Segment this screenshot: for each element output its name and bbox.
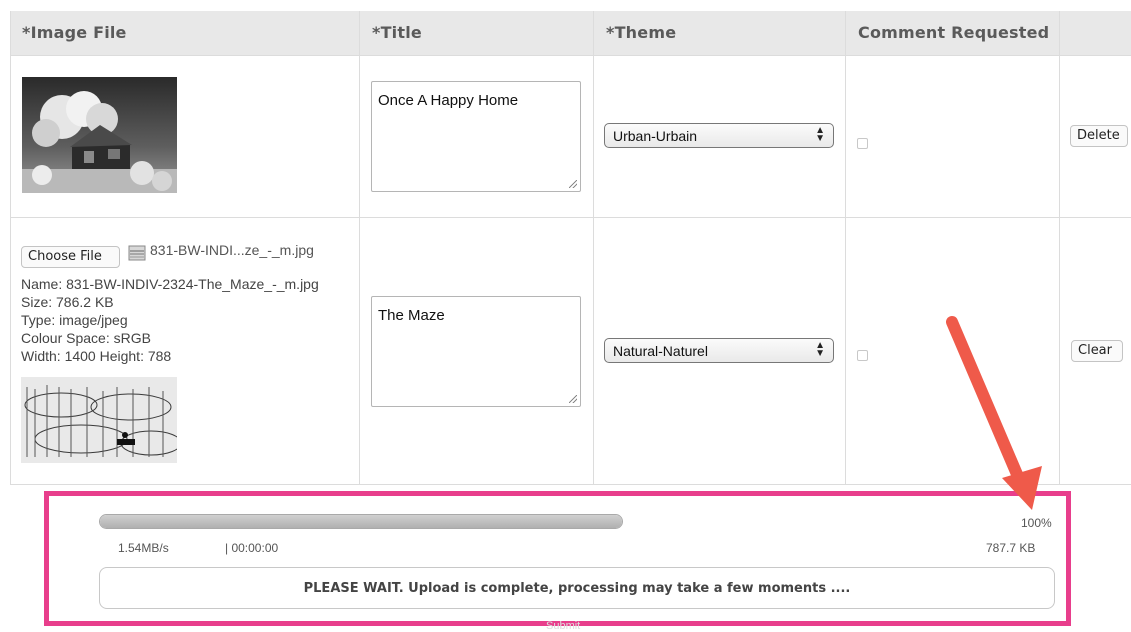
grid-line [845, 11, 846, 485]
upload-speed: 1.54MB/s [118, 541, 169, 555]
annotation-arrow [946, 316, 1042, 510]
grid-line [593, 11, 594, 485]
uploaded-size: 787.7 KB [986, 541, 1036, 555]
processing-message-text: PLEASE WAIT. Upload is complete, process… [303, 580, 851, 596]
elapsed-time: | 00:00:00 [225, 541, 279, 555]
title-input-value: The Maze [378, 307, 445, 324]
thumbnail-house [22, 77, 177, 193]
upload-progress-fill [100, 515, 622, 528]
header-theme: *Theme [606, 23, 677, 42]
header-title: *Title [372, 23, 422, 42]
faint-submit-label: Submit [546, 620, 581, 632]
grid-line [10, 11, 11, 485]
chosen-filename: 831-BW-INDI...ze_-_m.jpg [150, 242, 314, 258]
image-file-icon [128, 245, 146, 266]
theme-select-value: Urban-Urbain [613, 128, 698, 144]
comment-requested-checkbox[interactable] [857, 138, 868, 149]
delete-button[interactable]: Delete [1070, 125, 1128, 147]
file-colour-space: Colour Space: sRGB [21, 330, 151, 346]
file-size: Size: 786.2 KB [21, 294, 114, 310]
thumbnail-maze [21, 377, 177, 463]
title-input-value: Once A Happy Home [378, 92, 519, 109]
theme-select-value: Natural-Naturel [613, 343, 708, 359]
file-dimensions: Width: 1400 Height: 788 [21, 348, 172, 364]
grid-line [10, 55, 1131, 56]
title-input[interactable]: The Maze [371, 296, 581, 407]
clear-button[interactable]: Clear [1071, 340, 1123, 362]
resize-grip-icon[interactable] [569, 395, 577, 403]
file-name: Name: 831-BW-INDIV-2324-The_Maze_-_m.jpg [21, 276, 319, 292]
upload-progress-bar [99, 514, 623, 529]
header-comment-requested: Comment Requested [858, 23, 1050, 42]
file-type: Type: image/jpeg [21, 312, 128, 328]
header-image-file: *Image File [22, 23, 127, 42]
resize-grip-icon[interactable] [569, 180, 577, 188]
theme-select[interactable]: Urban-Urbain ▲ ▼ [604, 123, 834, 148]
comment-requested-checkbox[interactable] [857, 350, 868, 361]
grid-line [1059, 11, 1060, 485]
select-arrows-icon: ▲ ▼ [815, 340, 825, 359]
title-input[interactable]: Once A Happy Home [371, 81, 581, 192]
grid-line [359, 11, 360, 485]
theme-select[interactable]: Natural-Naturel ▲ ▼ [604, 338, 834, 363]
grid-line [10, 217, 1131, 218]
choose-file-button[interactable]: Choose File [21, 246, 120, 268]
processing-message: PLEASE WAIT. Upload is complete, process… [99, 567, 1055, 609]
select-arrows-icon: ▲ ▼ [815, 125, 825, 144]
